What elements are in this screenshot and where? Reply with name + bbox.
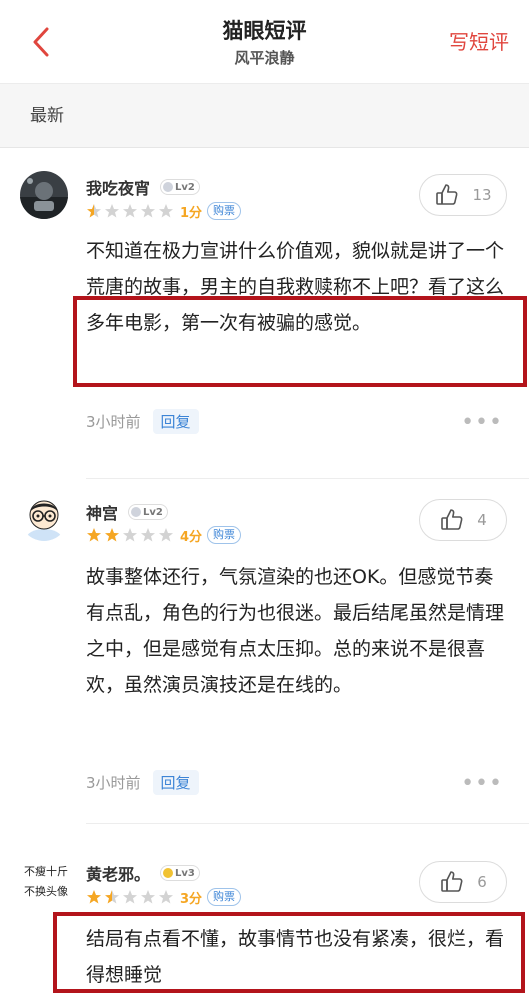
avatar-image — [20, 171, 68, 219]
star-icon — [105, 204, 119, 218]
highlight-box — [73, 296, 527, 387]
star-icon — [123, 528, 137, 542]
level-text: Lv3 — [175, 867, 195, 879]
like-button[interactable]: 13 — [419, 174, 507, 216]
level-icon — [131, 507, 142, 517]
username[interactable]: 我吃夜宵 — [86, 175, 150, 199]
user-info: 黄老邪。 Lv3 — [86, 861, 200, 885]
review-meta: 3小时前 回复 — [86, 407, 199, 435]
avatar[interactable] — [20, 493, 68, 541]
review-meta: 3小时前 回复 — [86, 768, 199, 796]
rating: 3分 购票 — [86, 886, 242, 908]
top-bar: 猫眼短评 风平浪静 写短评 — [0, 0, 529, 84]
level-badge: Lv2 — [128, 504, 168, 520]
user-info: 我吃夜宵 Lv2 — [86, 175, 200, 199]
review-item: 神宫 Lv2 4分 购票 4 故事整体还行，气氛渲染的也还OK。但感觉节奏有点乱… — [0, 479, 529, 824]
star-rating — [86, 527, 176, 543]
like-count: 6 — [477, 873, 487, 891]
star-icon — [105, 528, 119, 542]
timestamp: 3小时前 — [86, 773, 141, 792]
star-icon — [141, 528, 155, 542]
level-text: Lv2 — [175, 181, 195, 193]
star-icon — [87, 890, 101, 904]
star-icon — [87, 204, 101, 218]
star-rating — [86, 889, 176, 905]
sort-bar: 最新 — [0, 84, 529, 148]
like-button[interactable]: 4 — [419, 499, 507, 541]
user-info: 神宫 Lv2 — [86, 500, 168, 524]
highlight-box — [53, 912, 525, 993]
avatar[interactable]: 不瘦十斤 不换头像 — [18, 862, 74, 902]
star-icon — [123, 204, 137, 218]
ticket-badge: 购票 — [207, 888, 242, 906]
star-icon — [141, 204, 155, 218]
star-icon — [87, 528, 101, 542]
like-button[interactable]: 6 — [419, 861, 507, 903]
ticket-badge: 购票 — [207, 202, 242, 220]
avatar-text-line: 不换头像 — [24, 885, 68, 898]
username[interactable]: 黄老邪。 — [86, 861, 150, 885]
star-icon — [141, 890, 155, 904]
star-rating — [86, 203, 176, 219]
level-text: Lv2 — [143, 506, 163, 518]
write-review-button[interactable]: 写短评 — [449, 28, 509, 56]
level-icon — [163, 182, 174, 192]
thumbs-up-icon — [441, 509, 463, 530]
star-icon — [159, 204, 173, 218]
reply-button[interactable]: 回复 — [152, 408, 199, 434]
score-label: 4分 — [180, 529, 203, 545]
star-icon — [159, 528, 173, 542]
timestamp: 3小时前 — [86, 412, 141, 431]
review-text: 故事整体还行，气氛渲染的也还OK。但感觉节奏有点乱，角色的行为也很迷。最后结尾虽… — [86, 566, 505, 696]
score-label: 1分 — [180, 205, 203, 221]
star-icon — [159, 890, 173, 904]
score-label: 3分 — [180, 891, 203, 907]
reply-button[interactable]: 回复 — [152, 769, 199, 795]
avatar-text-line: 不瘦十斤 — [24, 865, 68, 878]
rating: 4分 购票 — [86, 524, 242, 546]
level-icon — [163, 868, 174, 878]
more-options-icon[interactable]: ••• — [461, 773, 503, 795]
rating: 1分 购票 — [86, 200, 242, 222]
thumbs-up-icon — [436, 184, 458, 205]
username[interactable]: 神宫 — [86, 500, 118, 524]
avatar-image — [20, 493, 68, 541]
level-badge: Lv3 — [160, 865, 200, 881]
like-count: 13 — [472, 186, 492, 204]
star-icon — [105, 890, 119, 904]
thumbs-up-icon — [441, 871, 463, 892]
level-badge: Lv2 — [160, 179, 200, 195]
avatar[interactable] — [20, 171, 68, 219]
more-options-icon[interactable]: ••• — [461, 412, 503, 434]
like-count: 4 — [477, 511, 487, 529]
star-icon — [123, 890, 137, 904]
ticket-badge: 购票 — [207, 526, 242, 544]
sort-latest-tab[interactable]: 最新 — [30, 104, 64, 128]
